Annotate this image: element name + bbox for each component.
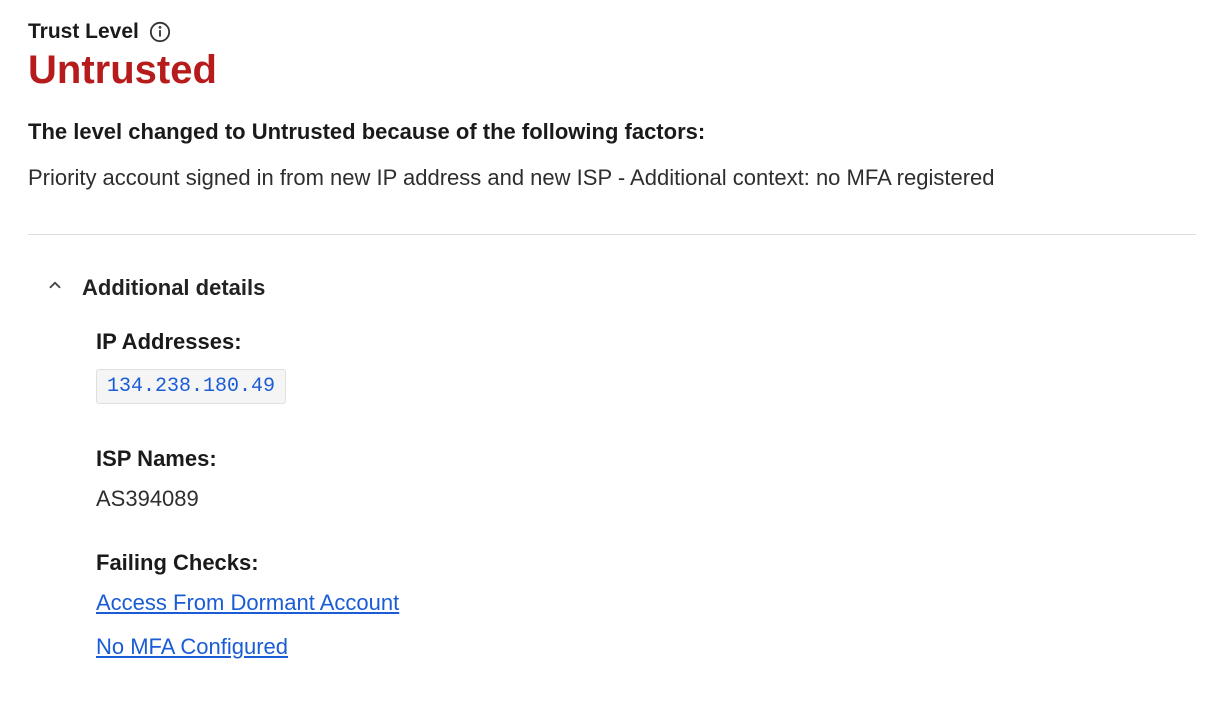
failing-check-link[interactable]: Access From Dormant Account	[96, 590, 399, 616]
info-icon[interactable]	[149, 21, 171, 43]
ip-addresses-group: IP Addresses: 134.238.180.49	[96, 329, 1196, 438]
additional-details-content: IP Addresses: 134.238.180.49 ISP Names: …	[46, 329, 1196, 660]
explanation-heading: The level changed to Untrusted because o…	[28, 119, 1196, 145]
isp-names-label: ISP Names:	[96, 446, 1196, 472]
failing-check-link[interactable]: No MFA Configured	[96, 634, 288, 660]
chevron-up-icon	[46, 276, 64, 299]
additional-details-title: Additional details	[82, 275, 265, 301]
ip-address-badge[interactable]: 134.238.180.49	[96, 369, 286, 404]
failing-checks-group: Failing Checks: Access From Dormant Acco…	[96, 550, 1196, 660]
isp-names-group: ISP Names: AS394089	[96, 446, 1196, 512]
divider	[28, 234, 1196, 235]
isp-name-value: AS394089	[96, 486, 1196, 512]
explanation-text: Priority account signed in from new IP a…	[28, 163, 1196, 194]
failing-checks-label: Failing Checks:	[96, 550, 1196, 576]
trust-level-value: Untrusted	[28, 48, 1196, 93]
trust-level-header: Trust Level	[28, 20, 1196, 44]
trust-level-label: Trust Level	[28, 20, 139, 44]
additional-details-section: Additional details IP Addresses: 134.238…	[28, 275, 1196, 660]
ip-addresses-label: IP Addresses:	[96, 329, 1196, 355]
additional-details-toggle[interactable]: Additional details	[46, 275, 1196, 301]
